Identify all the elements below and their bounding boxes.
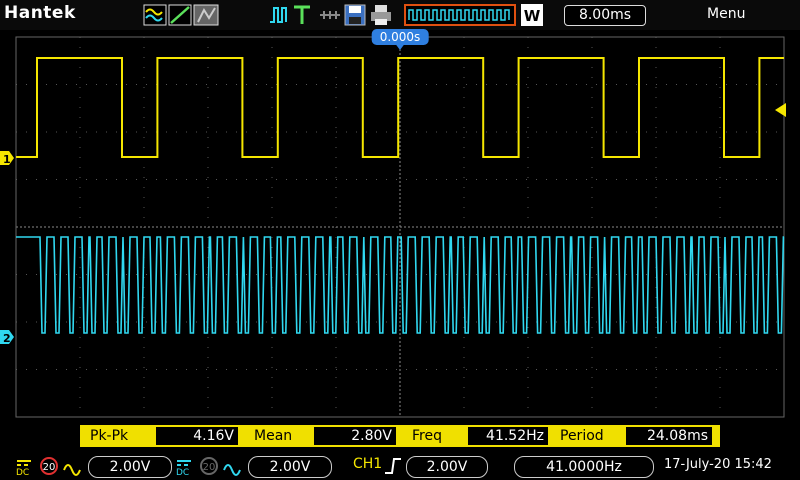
- svg-text:DC: DC: [176, 468, 189, 476]
- measurement-value-pkpk: 4.16V: [156, 427, 238, 445]
- ch2-scale-display[interactable]: 2.00V: [248, 456, 332, 478]
- datetime-display: 17-July-20 15:42: [664, 457, 772, 472]
- measurement-value-freq: 41.52Hz: [468, 427, 548, 445]
- measurement-label-pkpk: Pk-Pk: [90, 428, 129, 444]
- measurement-label-freq: Freq: [412, 428, 442, 444]
- ch1-scale-display[interactable]: 2.00V: [88, 456, 172, 478]
- measurement-value-period: 24.08ms: [626, 427, 712, 445]
- trigger-source-label: CH1: [353, 456, 383, 472]
- measurement-bar: Pk-Pk 4.16V Mean 2.80V Freq 41.52Hz Peri…: [80, 425, 720, 447]
- frequency-counter-display: 41.0000Hz: [514, 456, 654, 478]
- rising-edge-icon: [385, 458, 401, 474]
- scope-display: 1 2: [0, 36, 786, 418]
- trigger-time-label: 0.000s: [371, 29, 429, 45]
- trigger-pointer: [775, 103, 786, 117]
- measurement-label-period: Period: [560, 428, 604, 444]
- measurement-value-mean: 2.80V: [314, 427, 396, 445]
- svg-text:DC: DC: [16, 468, 29, 476]
- ch2-marker-label: 2: [3, 332, 11, 345]
- ch1-bw-label: 20: [43, 462, 56, 473]
- grid-lines: [15, 36, 785, 418]
- ch2-coupling-icons[interactable]: DC 20: [174, 456, 246, 476]
- trigger-level-display[interactable]: 2.00V: [406, 456, 488, 478]
- ch1-marker-label: 1: [3, 153, 11, 166]
- ch2-marker: 2: [0, 330, 14, 345]
- ch1-marker: 1: [0, 151, 14, 166]
- ch1-coupling-icons[interactable]: DC 20: [14, 456, 86, 476]
- ch2-bw-label: 20: [203, 462, 216, 473]
- measurement-label-mean: Mean: [254, 428, 293, 444]
